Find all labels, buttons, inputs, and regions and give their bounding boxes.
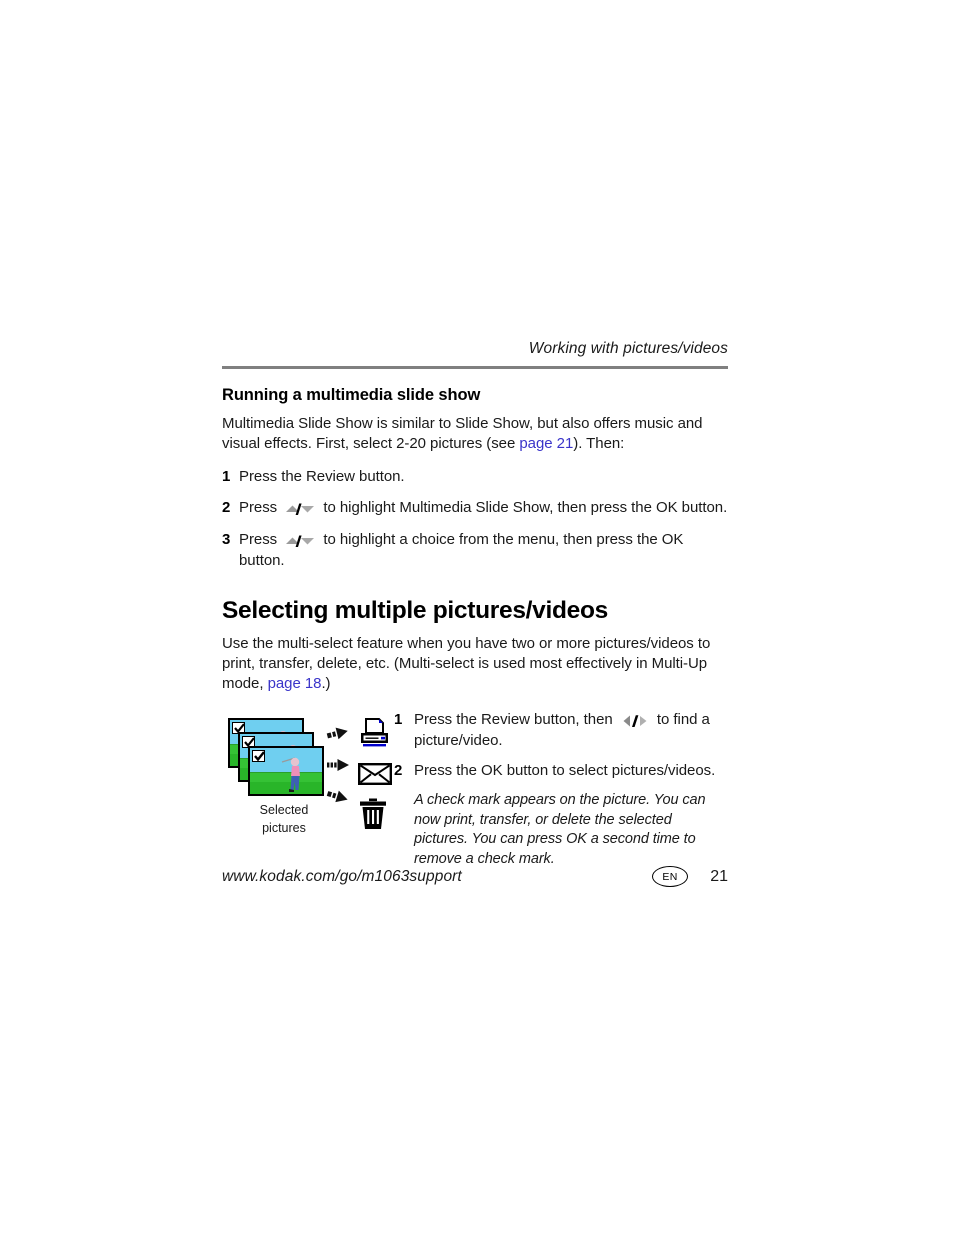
multiselect-illustration-block: Selected pictures 1 Press the Review but… <box>222 708 728 870</box>
step-item: 1 Press the Review button, then to find … <box>394 710 728 751</box>
up-down-rocker-icon <box>285 499 315 519</box>
step-number: 1 <box>222 468 231 486</box>
language-badge: EN <box>652 866 688 887</box>
page-footer: www.kodak.com/go/m1063support EN 21 <box>222 866 728 887</box>
multiselect-intro-paragraph: Use the multi-select feature when you ha… <box>222 634 728 694</box>
arrow-row <box>326 724 352 756</box>
caption-line-2: pictures <box>262 820 306 835</box>
step-text-before: Press the Review button. <box>239 468 405 486</box>
icon-slot <box>358 754 392 794</box>
golfer-figure-icon <box>281 757 300 793</box>
step-item: 3 Press to highlight a choice from the m… <box>222 530 728 571</box>
multiselect-steps-list: 1 Press the Review button, then to find … <box>394 710 728 870</box>
step-text-before: Press <box>239 499 282 517</box>
link-page-21[interactable]: page 21 <box>519 435 573 452</box>
slideshow-intro-text-2: ). Then: <box>573 434 625 452</box>
section-heading-slideshow: Running a multimedia slide show <box>222 385 481 404</box>
selected-pictures-illustration: Selected pictures <box>222 714 392 835</box>
left-right-rocker-icon <box>621 711 649 731</box>
destination-icons-group <box>358 714 392 834</box>
step-item: 1 Press the Review button. <box>222 467 728 487</box>
icon-slot <box>358 794 392 834</box>
trash-icon <box>360 798 386 830</box>
illustration-caption: Selected pictures <box>234 802 334 837</box>
page-number: 21 <box>710 867 728 885</box>
step-text: Press to highlight Multimedia Slide Show… <box>239 498 728 519</box>
multiselect-steps-column: 1 Press the Review button, then to find … <box>394 708 728 870</box>
photo-thumbnail <box>248 746 324 797</box>
arrow-up-right-icon <box>326 727 348 740</box>
step-number: 1 <box>394 711 403 729</box>
slideshow-intro-text-1: Multimedia Slide Show is similar to Slid… <box>222 414 703 452</box>
header-divider <box>222 365 728 369</box>
illustration-column: Selected pictures <box>222 708 394 835</box>
step-text-after: to highlight Multimedia Slide Show, then… <box>319 499 728 517</box>
step-text: Press the Review button. <box>239 467 728 487</box>
slideshow-intro-paragraph: Multimedia Slide Show is similar to Slid… <box>222 414 728 454</box>
step-item: 2 Press the OK button to select pictures… <box>394 761 728 781</box>
step-number: 2 <box>222 499 231 517</box>
multiselect-note: A check mark appears on the picture. You… <box>414 791 706 867</box>
up-down-rocker-icon <box>285 531 315 551</box>
photo-checkbox <box>252 750 265 763</box>
step-text-before: Press the Review button, then <box>414 711 617 729</box>
section-heading-multiselect: Selecting multiple pictures/videos <box>222 597 608 625</box>
caption-line-1: Selected <box>259 803 309 818</box>
multiselect-intro-text-2: .) <box>321 675 331 693</box>
icon-slot <box>358 714 392 754</box>
page-content: Working with pictures/videos Running a m… <box>222 340 728 870</box>
running-header: Working with pictures/videos <box>528 340 728 357</box>
step-text: Press the OK button to select pictures/v… <box>414 761 728 781</box>
step-number: 3 <box>222 531 231 549</box>
step-text: Press to highlight a choice from the men… <box>239 530 728 571</box>
step-text-before: Press <box>239 531 282 549</box>
step-text-before: Press the OK button to select pictures/v… <box>414 761 716 779</box>
envelope-icon <box>358 763 392 786</box>
printer-icon <box>361 718 388 747</box>
step-text: Press the Review button, then to find a … <box>414 710 728 751</box>
footer-support-url[interactable]: www.kodak.com/go/m1063support <box>222 868 652 886</box>
step-number: 2 <box>394 761 403 779</box>
link-page-18[interactable]: page 18 <box>268 675 322 692</box>
slideshow-steps-list: 1 Press the Review button. 2 Press to hi… <box>222 467 728 571</box>
arrow-right-icon <box>327 759 349 772</box>
arrow-row <box>326 756 352 788</box>
step-item: 2 Press to highlight Multimedia Slide Sh… <box>222 498 728 519</box>
